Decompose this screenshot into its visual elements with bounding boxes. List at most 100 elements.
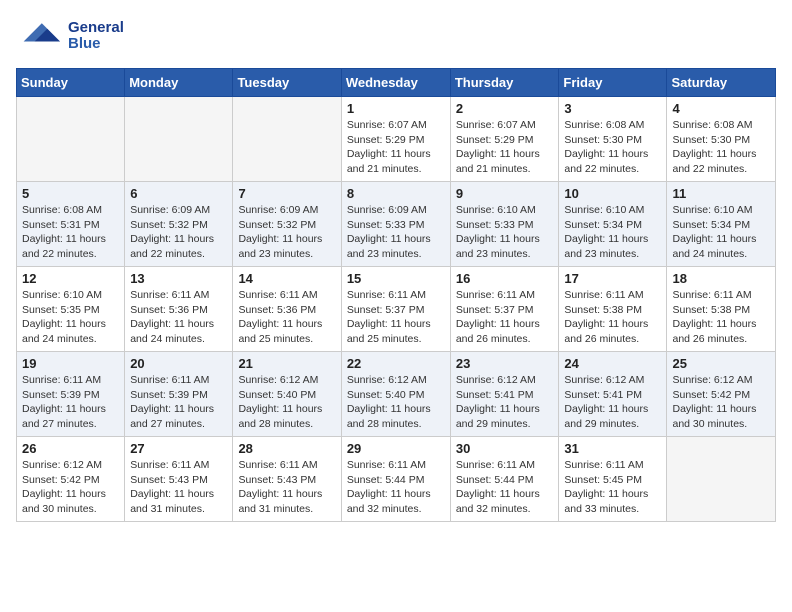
sunset-text: Sunset: 5:32 PM xyxy=(238,219,316,231)
logo: General Blue xyxy=(16,16,124,56)
sunrise-text: Sunrise: 6:11 AM xyxy=(130,459,209,471)
day-number: 10 xyxy=(564,186,661,201)
sunset-text: Sunset: 5:42 PM xyxy=(672,389,750,401)
daylight-text: Daylight: 11 hours and 22 minutes. xyxy=(130,233,214,260)
calendar-day-cell: 12Sunrise: 6:10 AMSunset: 5:35 PMDayligh… xyxy=(17,267,125,352)
weekday-header-row: SundayMondayTuesdayWednesdayThursdayFrid… xyxy=(17,69,776,97)
daylight-text: Daylight: 11 hours and 24 minutes. xyxy=(672,233,756,260)
day-info: Sunrise: 6:11 AMSunset: 5:44 PMDaylight:… xyxy=(347,458,445,517)
sunrise-text: Sunrise: 6:08 AM xyxy=(22,204,102,216)
daylight-text: Daylight: 11 hours and 32 minutes. xyxy=(456,488,540,515)
sunset-text: Sunset: 5:34 PM xyxy=(564,219,642,231)
sunset-text: Sunset: 5:37 PM xyxy=(347,304,425,316)
sunset-text: Sunset: 5:31 PM xyxy=(22,219,100,231)
sunrise-text: Sunrise: 6:12 AM xyxy=(672,374,752,386)
calendar-day-cell: 14Sunrise: 6:11 AMSunset: 5:36 PMDayligh… xyxy=(233,267,341,352)
sunrise-text: Sunrise: 6:11 AM xyxy=(238,459,317,471)
daylight-text: Daylight: 11 hours and 27 minutes. xyxy=(22,403,106,430)
daylight-text: Daylight: 11 hours and 30 minutes. xyxy=(22,488,106,515)
sunrise-text: Sunrise: 6:11 AM xyxy=(456,459,535,471)
day-number: 20 xyxy=(130,356,227,371)
calendar-day-cell: 22Sunrise: 6:12 AMSunset: 5:40 PMDayligh… xyxy=(341,352,450,437)
sunrise-text: Sunrise: 6:07 AM xyxy=(456,119,536,131)
calendar-day-cell: 16Sunrise: 6:11 AMSunset: 5:37 PMDayligh… xyxy=(450,267,559,352)
day-number: 8 xyxy=(347,186,445,201)
daylight-text: Daylight: 11 hours and 30 minutes. xyxy=(672,403,756,430)
sunrise-text: Sunrise: 6:12 AM xyxy=(456,374,536,386)
weekday-header-cell: Saturday xyxy=(667,69,776,97)
calendar-day-cell: 18Sunrise: 6:11 AMSunset: 5:38 PMDayligh… xyxy=(667,267,776,352)
sunset-text: Sunset: 5:29 PM xyxy=(456,134,534,146)
day-number: 15 xyxy=(347,271,445,286)
day-number: 31 xyxy=(564,441,661,456)
daylight-text: Daylight: 11 hours and 32 minutes. xyxy=(347,488,431,515)
calendar-day-cell: 19Sunrise: 6:11 AMSunset: 5:39 PMDayligh… xyxy=(17,352,125,437)
day-info: Sunrise: 6:09 AMSunset: 5:33 PMDaylight:… xyxy=(347,203,445,262)
sunrise-text: Sunrise: 6:08 AM xyxy=(672,119,752,131)
sunset-text: Sunset: 5:34 PM xyxy=(672,219,750,231)
calendar-day-cell: 10 Sunrise: 6:10 AMSunset: 5:34 PMDayligh… xyxy=(559,182,667,267)
daylight-text: Daylight: 11 hours and 29 minutes. xyxy=(564,403,648,430)
day-info: Sunrise: 6:10 AMSunset: 5:34 PMDaylight:… xyxy=(564,203,661,262)
calendar-day-cell: 3Sunrise: 6:08 AMSunset: 5:30 PMDaylight… xyxy=(559,97,667,182)
daylight-text: Daylight: 11 hours and 25 minutes. xyxy=(347,318,431,345)
day-number: 27 xyxy=(130,441,227,456)
day-info: Sunrise: 6:07 AMSunset: 5:29 PMDaylight:… xyxy=(347,118,445,177)
day-info: Sunrise: 6:08 AMSunset: 5:30 PMDaylight:… xyxy=(564,118,661,177)
sunset-text: Sunset: 5:32 PM xyxy=(130,219,208,231)
logo-general: General xyxy=(68,20,124,37)
sunset-text: Sunset: 5:36 PM xyxy=(238,304,316,316)
calendar-day-cell xyxy=(233,97,341,182)
day-number: 21 xyxy=(238,356,335,371)
day-info: Sunrise: 6:11 AMSunset: 5:38 PMDaylight:… xyxy=(672,288,770,347)
day-number: 16 xyxy=(456,271,554,286)
day-info: Sunrise: 6:12 AMSunset: 5:41 PMDaylight:… xyxy=(564,373,661,432)
calendar-day-cell xyxy=(17,97,125,182)
sunset-text: Sunset: 5:40 PM xyxy=(347,389,425,401)
daylight-text: Daylight: 11 hours and 25 minutes. xyxy=(238,318,322,345)
day-number: 28 xyxy=(238,441,335,456)
sunrise-text: Sunrise: 6:10 AM xyxy=(22,289,102,301)
day-info: Sunrise: 6:12 AM Sunset: 5:42 PM Daylight:… xyxy=(672,373,770,432)
daylight-text: Daylight: 11 hours and 23 minutes. xyxy=(347,233,431,260)
day-number: 24 xyxy=(564,356,661,371)
calendar-day-cell: 23Sunrise: 6:12 AMSunset: 5:41 PMDayligh… xyxy=(450,352,559,437)
sunset-text: Sunset: 5:41 PM xyxy=(456,389,534,401)
sunrise-text: Sunrise: 6:12 AM xyxy=(347,374,427,386)
day-info: Sunrise: 6:11 AM Sunset: 5:36 PM Daylight:… xyxy=(238,288,335,347)
daylight-text: Daylight: 11 hours and 21 minutes. xyxy=(347,148,431,175)
day-info: Sunrise: 6:10 AM Sunset: 5:34 PM Daylight:… xyxy=(672,203,770,262)
sunrise-text: Sunrise: 6:08 AM xyxy=(564,119,644,131)
day-number: 29 xyxy=(347,441,445,456)
calendar-day-cell: 15 Sunrise: 6:11 AM Sunset: 5:37 PM Dayligh… xyxy=(341,267,450,352)
daylight-text: Daylight: 11 hours and 28 minutes. xyxy=(347,403,431,430)
day-number: 13 xyxy=(130,271,227,286)
sunrise-text: Sunrise: 6:10 AM xyxy=(456,204,536,216)
day-info: Sunrise: 6:11 AMSunset: 5:36 PMDaylight:… xyxy=(130,288,227,347)
sunset-text: Sunset: 5:41 PM xyxy=(564,389,642,401)
calendar-day-cell: 8 Sunrise: 6:09 AMSunset: 5:33 PMDaylight… xyxy=(341,182,450,267)
sunrise-text: Sunrise: 6:11 AM xyxy=(347,289,426,301)
daylight-text: Daylight: 11 hours and 22 minutes. xyxy=(564,148,648,175)
calendar-day-cell: 9Sunrise: 6:10 AMSunset: 5:33 PMDaylight… xyxy=(450,182,559,267)
calendar-day-cell: 30Sunrise: 6:11 AMSunset: 5:44 PMDayligh… xyxy=(450,437,559,522)
sunset-text: Sunset: 5:33 PM xyxy=(347,219,425,231)
day-number: 6 xyxy=(130,186,227,201)
daylight-text: Daylight: 11 hours and 33 minutes. xyxy=(564,488,648,515)
calendar-day-cell: 6Sunrise: 6:09 AMSunset: 5:32 PMDaylight… xyxy=(125,182,233,267)
day-info: Sunrise: 6:11 AM Sunset: 5:37 PM Daylight:… xyxy=(347,288,445,347)
day-info: Sunrise: 6:11 AMSunset: 5:43 PMDaylight:… xyxy=(238,458,335,517)
sunrise-text: Sunrise: 6:11 AM xyxy=(238,289,317,301)
calendar-day-cell: 29 Sunrise: 6:11 AMSunset: 5:44 PMDayligh… xyxy=(341,437,450,522)
sunset-text: Sunset: 5:44 PM xyxy=(347,474,425,486)
weekday-header-cell: Tuesday xyxy=(233,69,341,97)
calendar-day-cell: 4Sunrise: 6:08 AMSunset: 5:30 PMDaylight… xyxy=(667,97,776,182)
sunrise-text: Sunrise: 6:10 AM xyxy=(672,204,752,216)
calendar-week-row: 1Sunrise: 6:07 AMSunset: 5:29 PMDaylight… xyxy=(17,97,776,182)
calendar-week-row: 12Sunrise: 6:10 AMSunset: 5:35 PMDayligh… xyxy=(17,267,776,352)
sunrise-text: Sunrise: 6:12 AM xyxy=(22,459,102,471)
calendar-day-cell xyxy=(667,437,776,522)
day-info: Sunrise: 6:12 AM Sunset: 5:40 PM Daylight:… xyxy=(347,373,445,432)
sunset-text: Sunset: 5:43 PM xyxy=(238,474,316,486)
day-info: Sunrise: 6:11 AMSunset: 5:39 PMDaylight:… xyxy=(22,373,119,432)
